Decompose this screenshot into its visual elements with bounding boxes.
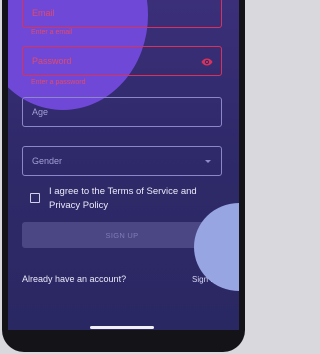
password-placeholder: Password	[32, 56, 72, 66]
terms-label: I agree to the Terms of Service and Priv…	[49, 186, 197, 211]
phone-frame: Email Enter a email Password Enter a pas…	[2, 0, 245, 352]
have-account-text: Already have an account?	[22, 274, 127, 284]
password-error-text: Enter a password	[31, 79, 86, 86]
email-field[interactable]: Email	[22, 0, 222, 28]
terms-checkbox[interactable]	[30, 193, 40, 203]
age-field[interactable]: Age	[22, 97, 222, 127]
gender-placeholder: Gender	[32, 156, 63, 166]
signup-screen: Email Enter a email Password Enter a pas…	[8, 0, 239, 330]
signup-button[interactable]: SIGN UP	[22, 222, 222, 248]
password-field[interactable]: Password	[22, 46, 222, 76]
home-indicator	[90, 326, 154, 329]
age-placeholder: Age	[32, 107, 49, 117]
signup-button-label: SIGN UP	[105, 230, 139, 240]
eye-icon[interactable]	[201, 56, 213, 68]
gender-select[interactable]: Gender	[22, 146, 222, 176]
email-placeholder: Email	[32, 8, 55, 18]
caret-down-icon	[205, 160, 211, 163]
email-error-text: Enter a email	[31, 29, 73, 36]
